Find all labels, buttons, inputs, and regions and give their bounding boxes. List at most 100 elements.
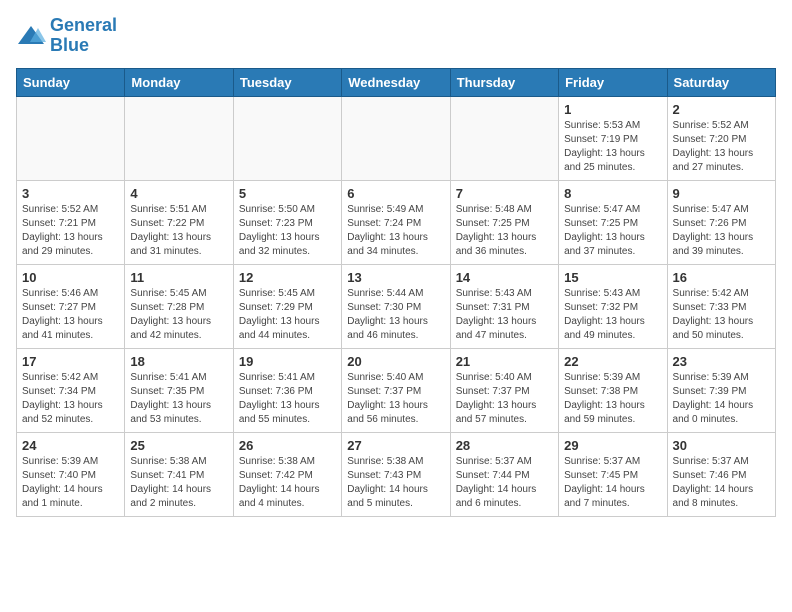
day-number: 15 [564, 270, 661, 285]
calendar-week-row: 24Sunrise: 5:39 AM Sunset: 7:40 PM Dayli… [17, 432, 776, 516]
day-info: Sunrise: 5:48 AM Sunset: 7:25 PM Dayligh… [456, 203, 553, 259]
weekday-header: Wednesday [342, 68, 450, 96]
day-number: 30 [673, 438, 770, 453]
day-number: 3 [22, 186, 119, 201]
weekday-header: Monday [125, 68, 233, 96]
day-info: Sunrise: 5:40 AM Sunset: 7:37 PM Dayligh… [456, 371, 553, 427]
day-number: 21 [456, 354, 553, 369]
day-info: Sunrise: 5:45 AM Sunset: 7:28 PM Dayligh… [130, 287, 227, 343]
calendar-cell: 20 Sunrise: 5:40 AM Sunset: 7:37 PM Dayli… [342, 348, 450, 432]
calendar-cell: 10 Sunrise: 5:46 AM Sunset: 7:27 PM Dayli… [17, 264, 125, 348]
day-info: Sunrise: 5:39 AM Sunset: 7:38 PM Dayligh… [564, 371, 661, 427]
day-info: Sunrise: 5:43 AM Sunset: 7:32 PM Dayligh… [564, 287, 661, 343]
day-info: Sunrise: 5:38 AM Sunset: 7:42 PM Dayligh… [239, 455, 336, 511]
day-info: Sunrise: 5:37 AM Sunset: 7:44 PM Dayligh… [456, 455, 553, 511]
day-number: 9 [673, 186, 770, 201]
day-info: Sunrise: 5:47 AM Sunset: 7:26 PM Dayligh… [673, 203, 770, 259]
day-number: 20 [347, 354, 444, 369]
day-info: Sunrise: 5:41 AM Sunset: 7:36 PM Dayligh… [239, 371, 336, 427]
weekday-header: Tuesday [233, 68, 341, 96]
calendar-cell: 30 Sunrise: 5:37 AM Sunset: 7:46 PM Dayli… [667, 432, 775, 516]
day-info: Sunrise: 5:44 AM Sunset: 7:30 PM Dayligh… [347, 287, 444, 343]
day-info: Sunrise: 5:43 AM Sunset: 7:31 PM Dayligh… [456, 287, 553, 343]
calendar-cell: 19 Sunrise: 5:41 AM Sunset: 7:36 PM Dayli… [233, 348, 341, 432]
day-number: 23 [673, 354, 770, 369]
day-info: Sunrise: 5:45 AM Sunset: 7:29 PM Dayligh… [239, 287, 336, 343]
day-info: Sunrise: 5:46 AM Sunset: 7:27 PM Dayligh… [22, 287, 119, 343]
calendar: SundayMondayTuesdayWednesdayThursdayFrid… [16, 68, 776, 517]
calendar-cell: 7 Sunrise: 5:48 AM Sunset: 7:25 PM Daylig… [450, 180, 558, 264]
weekday-header: Thursday [450, 68, 558, 96]
day-number: 27 [347, 438, 444, 453]
calendar-cell: 21 Sunrise: 5:40 AM Sunset: 7:37 PM Dayli… [450, 348, 558, 432]
day-info: Sunrise: 5:50 AM Sunset: 7:23 PM Dayligh… [239, 203, 336, 259]
calendar-cell: 17 Sunrise: 5:42 AM Sunset: 7:34 PM Dayli… [17, 348, 125, 432]
calendar-cell: 28 Sunrise: 5:37 AM Sunset: 7:44 PM Dayli… [450, 432, 558, 516]
day-number: 25 [130, 438, 227, 453]
day-number: 10 [22, 270, 119, 285]
logo: General Blue [16, 16, 117, 56]
calendar-cell: 15 Sunrise: 5:43 AM Sunset: 7:32 PM Dayli… [559, 264, 667, 348]
calendar-cell [17, 96, 125, 180]
day-info: Sunrise: 5:39 AM Sunset: 7:40 PM Dayligh… [22, 455, 119, 511]
day-number: 22 [564, 354, 661, 369]
calendar-cell [342, 96, 450, 180]
calendar-cell: 14 Sunrise: 5:43 AM Sunset: 7:31 PM Dayli… [450, 264, 558, 348]
day-info: Sunrise: 5:37 AM Sunset: 7:46 PM Dayligh… [673, 455, 770, 511]
calendar-cell: 4 Sunrise: 5:51 AM Sunset: 7:22 PM Daylig… [125, 180, 233, 264]
calendar-cell: 26 Sunrise: 5:38 AM Sunset: 7:42 PM Dayli… [233, 432, 341, 516]
calendar-cell: 3Sunrise: 5:52 AM Sunset: 7:21 PM Daylig… [17, 180, 125, 264]
calendar-week-row: 1Sunrise: 5:53 AM Sunset: 7:19 PM Daylig… [17, 96, 776, 180]
calendar-cell: 6 Sunrise: 5:49 AM Sunset: 7:24 PM Daylig… [342, 180, 450, 264]
day-number: 6 [347, 186, 444, 201]
calendar-cell: 16Sunrise: 5:42 AM Sunset: 7:33 PM Dayli… [667, 264, 775, 348]
calendar-cell [125, 96, 233, 180]
calendar-cell: 1Sunrise: 5:53 AM Sunset: 7:19 PM Daylig… [559, 96, 667, 180]
calendar-cell: 24Sunrise: 5:39 AM Sunset: 7:40 PM Dayli… [17, 432, 125, 516]
day-number: 2 [673, 102, 770, 117]
calendar-cell: 12 Sunrise: 5:45 AM Sunset: 7:29 PM Dayli… [233, 264, 341, 348]
calendar-cell: 29Sunrise: 5:37 AM Sunset: 7:45 PM Dayli… [559, 432, 667, 516]
weekday-header: Friday [559, 68, 667, 96]
day-number: 18 [130, 354, 227, 369]
calendar-week-row: 10 Sunrise: 5:46 AM Sunset: 7:27 PM Dayli… [17, 264, 776, 348]
day-number: 29 [564, 438, 661, 453]
day-number: 28 [456, 438, 553, 453]
day-info: Sunrise: 5:38 AM Sunset: 7:43 PM Dayligh… [347, 455, 444, 511]
day-info: Sunrise: 5:52 AM Sunset: 7:20 PM Dayligh… [673, 119, 770, 175]
calendar-cell: 13 Sunrise: 5:44 AM Sunset: 7:30 PM Dayli… [342, 264, 450, 348]
day-number: 19 [239, 354, 336, 369]
calendar-week-row: 17 Sunrise: 5:42 AM Sunset: 7:34 PM Dayli… [17, 348, 776, 432]
page-header: General Blue [16, 16, 776, 56]
day-number: 11 [130, 270, 227, 285]
calendar-cell: 22 Sunrise: 5:39 AM Sunset: 7:38 PM Dayli… [559, 348, 667, 432]
weekday-header: Sunday [17, 68, 125, 96]
day-info: Sunrise: 5:51 AM Sunset: 7:22 PM Dayligh… [130, 203, 227, 259]
day-info: Sunrise: 5:49 AM Sunset: 7:24 PM Dayligh… [347, 203, 444, 259]
day-number: 13 [347, 270, 444, 285]
weekday-header: Saturday [667, 68, 775, 96]
day-number: 17 [22, 354, 119, 369]
day-info: Sunrise: 5:42 AM Sunset: 7:33 PM Dayligh… [673, 287, 770, 343]
calendar-cell: 27 Sunrise: 5:38 AM Sunset: 7:43 PM Dayli… [342, 432, 450, 516]
day-number: 12 [239, 270, 336, 285]
day-number: 5 [239, 186, 336, 201]
calendar-cell: 11 Sunrise: 5:45 AM Sunset: 7:28 PM Dayli… [125, 264, 233, 348]
calendar-cell: 5 Sunrise: 5:50 AM Sunset: 7:23 PM Daylig… [233, 180, 341, 264]
calendar-cell: 18 Sunrise: 5:41 AM Sunset: 7:35 PM Dayli… [125, 348, 233, 432]
day-info: Sunrise: 5:40 AM Sunset: 7:37 PM Dayligh… [347, 371, 444, 427]
calendar-cell [450, 96, 558, 180]
day-number: 14 [456, 270, 553, 285]
day-number: 8 [564, 186, 661, 201]
day-info: Sunrise: 5:42 AM Sunset: 7:34 PM Dayligh… [22, 371, 119, 427]
day-info: Sunrise: 5:47 AM Sunset: 7:25 PM Dayligh… [564, 203, 661, 259]
day-info: Sunrise: 5:53 AM Sunset: 7:19 PM Dayligh… [564, 119, 661, 175]
day-info: Sunrise: 5:39 AM Sunset: 7:39 PM Dayligh… [673, 371, 770, 427]
day-info: Sunrise: 5:38 AM Sunset: 7:41 PM Dayligh… [130, 455, 227, 511]
logo-text: General Blue [50, 16, 117, 56]
calendar-header-row: SundayMondayTuesdayWednesdayThursdayFrid… [17, 68, 776, 96]
day-number: 4 [130, 186, 227, 201]
day-number: 7 [456, 186, 553, 201]
day-info: Sunrise: 5:41 AM Sunset: 7:35 PM Dayligh… [130, 371, 227, 427]
day-number: 26 [239, 438, 336, 453]
